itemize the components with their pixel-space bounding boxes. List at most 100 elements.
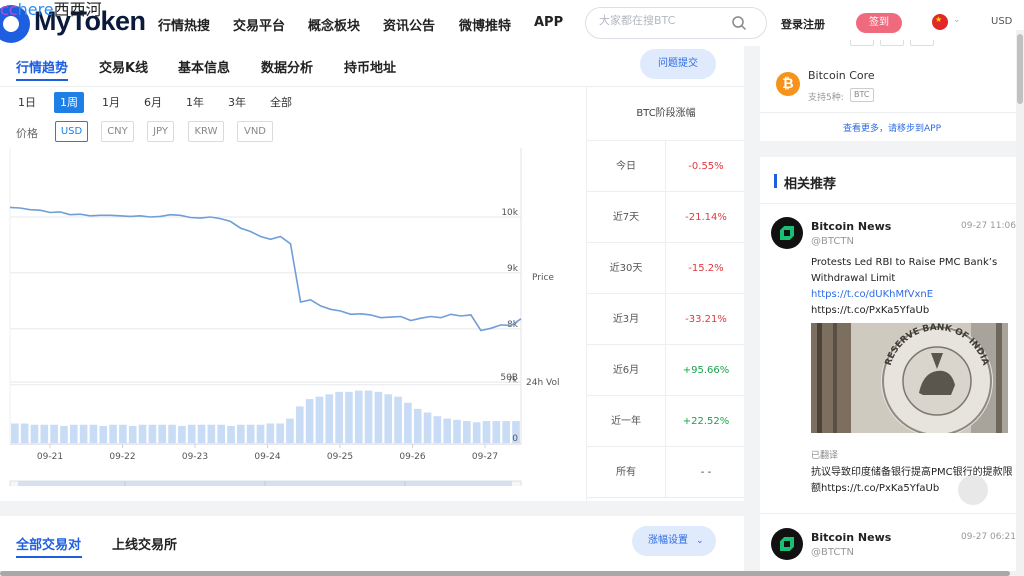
scroll-top-button[interactable] [958,475,988,505]
login-register-link[interactable]: 登录注册 [781,16,825,32]
change-period-label: 近6月 [587,345,666,396]
price-chart[interactable]: 10k9k8k7kPrice50B024h Vol09-21 09-22 09-23… [0,146,586,486]
nav-market-hot[interactable]: 行情热搜 [158,15,210,34]
x-tick-label: 09-27 [472,452,498,462]
view-more-link[interactable]: 查看更多，请移步到APP [760,121,1024,134]
volume-bar [60,425,68,443]
wallet-name[interactable]: Bitcoin Core [808,69,875,82]
currency-usd[interactable]: USD [55,121,88,142]
change-row: 近7天 -21.14% [587,192,745,243]
x-tick-label: 09-26 [399,452,425,462]
tab-data-analysis[interactable]: 数据分析 [261,57,313,76]
volume-bar [197,424,206,443]
volume-bar [443,418,452,443]
divider [760,203,1024,204]
nav-news[interactable]: 资讯公告 [383,15,435,34]
volume-bar [128,425,137,443]
range-1y[interactable]: 1年 [180,92,210,113]
currency-selector[interactable]: USD [991,16,1012,27]
avatar[interactable] [771,528,803,560]
post-link[interactable]: https://t.co/dUKhMfVxnE [811,287,1016,303]
x-tick-label: 09-22 [109,452,135,462]
change-value: - - [700,467,712,478]
nav-concepts[interactable]: 概念板块 [308,15,360,34]
volume-bar [423,412,432,443]
chevron-down-icon: ⌄ [696,536,704,546]
volume-bar [276,423,284,443]
translated-label[interactable]: 已翻译 [811,448,838,461]
post-link[interactable]: https://t.co/PxKa5YfaUb [811,305,929,316]
post-handle: @BTCTN [811,236,854,247]
range-1w[interactable]: 1周 [54,92,84,113]
horizontal-scrollbar[interactable] [0,571,1016,576]
post-image[interactable]: RESERVE BANK OF INDIA [811,323,1008,433]
volume-bar [453,419,461,443]
x-tick-label: 09-24 [254,452,280,462]
volume-axis-label: 24h Vol [526,378,559,388]
change-period-label: 近7天 [587,192,666,243]
change-period-label: 近一年 [587,396,666,447]
post-author[interactable]: Bitcoin News [811,531,891,544]
tab-holder-addresses[interactable]: 持币地址 [344,57,396,76]
range-setting-button[interactable]: 涨幅设置 ⌄ [632,526,716,556]
tab-listed-exchanges[interactable]: 上线交易所 [112,534,177,553]
volume-bar [256,424,265,443]
volume-bar [502,421,510,443]
range-all[interactable]: 全部 [264,92,298,113]
currency-krw[interactable]: KRW [188,121,224,142]
volume-bar [413,408,422,443]
volume-bar [187,424,196,443]
x-tick-label: 09-21 [37,452,63,462]
signin-button[interactable]: 签到 [856,13,902,33]
volume-bar [99,425,108,443]
china-flag-icon[interactable] [932,14,948,30]
volume-bar [217,424,225,443]
scrollbar-thumb[interactable] [1017,34,1023,104]
currency-vnd[interactable]: VND [237,121,273,142]
search-input[interactable] [599,14,729,27]
nav-weibo-twitter[interactable]: 微博推特 [459,15,511,34]
volume-bar [384,394,393,443]
range-3y[interactable]: 3年 [222,92,252,113]
nav-exchanges[interactable]: 交易平台 [233,15,285,34]
recommend-card: 相关推荐 Bitcoin News @BTCTN 09-27 11:06 Pro… [760,157,1024,576]
currency-jpy[interactable]: JPY [147,121,174,142]
watermark: cchere西西河 [0,0,102,20]
nav-app[interactable]: APP [534,15,563,30]
section-accent-bar [774,174,777,188]
range-6m[interactable]: 6月 [138,92,168,113]
wallet-coin-tag: BTC [850,88,874,102]
feedback-button[interactable]: 问题提交 [640,49,716,79]
tab-kline[interactable]: 交易K线 [99,57,148,76]
search-icon[interactable] [731,15,747,31]
post-handle: @BTCTN [811,547,854,558]
range-1m[interactable]: 1月 [96,92,126,113]
scrollbar-thumb[interactable] [0,571,1010,576]
wallet-mini-box [910,40,934,46]
post-time: 09-27 11:06 [961,221,1016,231]
vertical-scrollbar[interactable] [1016,30,1024,576]
currency-cny[interactable]: CNY [101,121,134,142]
volume-bar [472,422,481,443]
range-1d[interactable]: 1日 [12,92,42,113]
wallet-icons-row [850,40,940,48]
trading-pairs-card: 全部交易对 上线交易所 涨幅设置 ⌄ [0,516,744,576]
search-box[interactable] [585,7,767,39]
wallet-support-text: 支持5种: [808,93,844,103]
volume-bar [109,424,117,443]
post-author[interactable]: Bitcoin News [811,220,891,233]
change-row: 近一年 +22.52% [587,396,745,447]
avatar[interactable] [771,217,803,249]
price-tick-label: 10k [501,208,518,218]
volume-bar [404,402,412,443]
volume-bar [246,424,255,443]
tab-basic-info[interactable]: 基本信息 [178,57,230,76]
x-tick-label: 09-25 [327,452,353,462]
volume-bar [79,424,88,443]
tab-market-trend[interactable]: 行情趋势 [16,57,68,76]
price-label: 价格 [16,127,38,140]
chevron-down-icon[interactable]: ⌄ [953,15,961,25]
change-value: +22.52% [682,416,730,427]
volume-bar [227,425,235,443]
tab-all-pairs[interactable]: 全部交易对 [16,534,81,553]
